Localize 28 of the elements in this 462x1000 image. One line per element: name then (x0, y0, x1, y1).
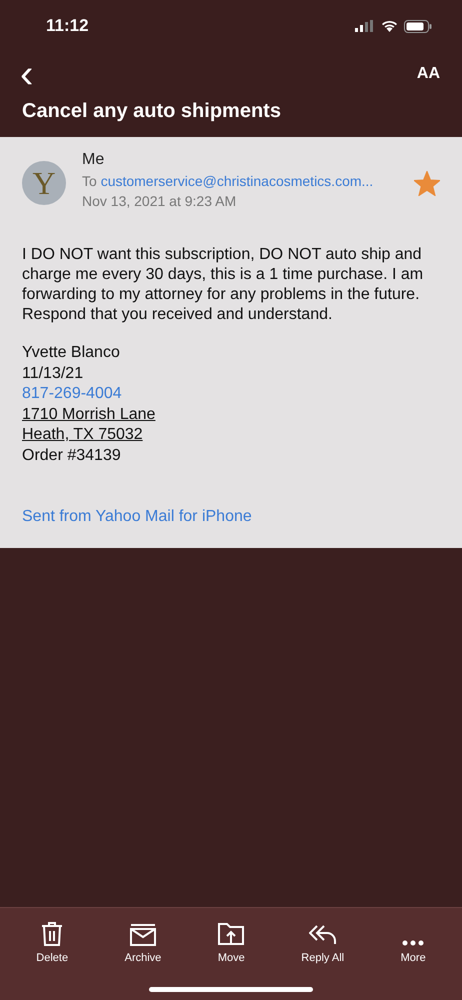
toolbar-button[interactable]: Delete (36, 916, 68, 964)
star-icon[interactable] (414, 171, 440, 196)
signature-line: 11/13/21 (22, 364, 84, 384)
trash-icon (41, 922, 64, 946)
to-label: To (82, 173, 97, 189)
text-size-button[interactable]: AA (416, 65, 440, 83)
wifi-icon (381, 20, 398, 32)
toolbar-button[interactable]: More (400, 916, 426, 964)
archive-icon (130, 924, 156, 946)
toolbar-button[interactable]: Reply All (301, 916, 344, 964)
sender-name: Me (82, 151, 106, 169)
reply-all-icon (308, 924, 337, 946)
signal-icon (355, 20, 375, 32)
toolbar-button[interactable]: Archive (124, 916, 162, 964)
email-subject: Cancel any auto shipments (21, 99, 282, 124)
signature-line: Yvette Blanco (22, 343, 120, 363)
toolbar-button[interactable]: Move (218, 916, 245, 964)
address-line: Heath, TX 75032 (22, 425, 143, 445)
avatar: Y (22, 161, 66, 205)
signature-line: Order #34139 (22, 446, 121, 466)
back-button[interactable]: ‹ (16, 54, 38, 94)
address-line: 1710 Morrish Lane (22, 404, 156, 424)
battery-icon (404, 20, 432, 32)
message-body: I DO NOT want this subscription, DO NOT auto ship and charge me every 30 days, this is a 1 time purchase. I am forwarding to my attorney for any problems in the future. Respond that you received and understand. (22, 245, 424, 325)
more-icon (402, 940, 424, 946)
status-time: 11:12 (46, 16, 89, 36)
folder-icon (218, 922, 244, 946)
message-date: Nov 13, 2021 at 9:23 AM (82, 193, 238, 209)
